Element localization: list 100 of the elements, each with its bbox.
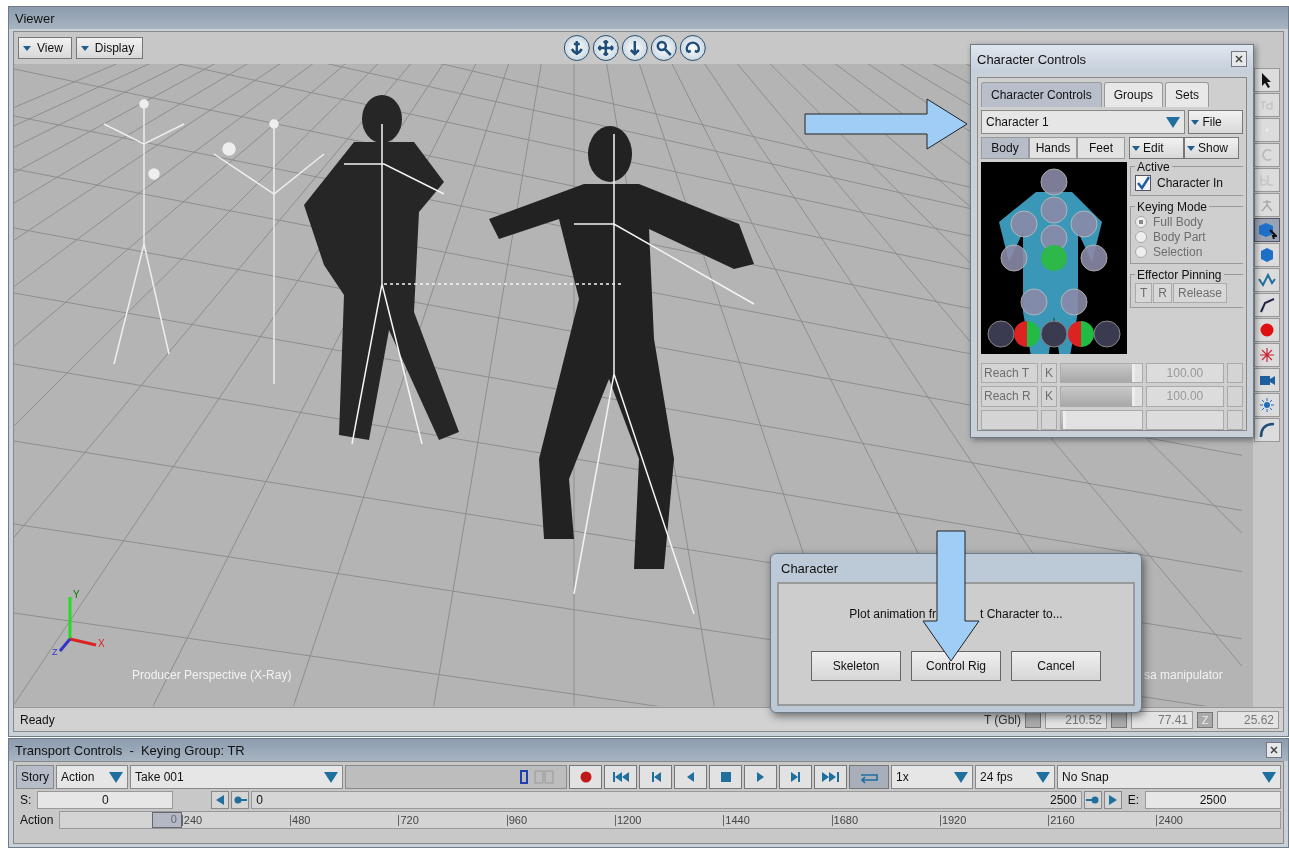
playback-button[interactable] — [744, 765, 777, 789]
playback-button[interactable] — [779, 765, 812, 789]
menu-button[interactable]: Display — [75, 37, 144, 59]
search-icon — [655, 40, 672, 56]
tab[interactable]: Character Controls — [981, 82, 1102, 107]
close-button[interactable] — [1231, 51, 1247, 67]
tick-label: 1200 — [615, 814, 724, 826]
rotate-icon — [684, 40, 701, 56]
mode-tab[interactable]: Story — [16, 765, 54, 789]
tab[interactable]: Hands — [1029, 137, 1077, 159]
key-icon — [1085, 796, 1100, 804]
go-to-end-icon — [821, 772, 840, 782]
panel-title: Character Controls — [977, 51, 1087, 67]
timeline-ruler[interactable]: 0 240 480 720 960 1200 1440 1680 1920 2160 2400 — [59, 811, 1281, 829]
property-slider[interactable] — [1059, 362, 1143, 384]
step-left-button[interactable] — [211, 791, 230, 809]
tab[interactable]: Feet — [1077, 137, 1125, 159]
caret-icon — [1132, 145, 1140, 151]
coordinate-field[interactable]: 77.41 — [1131, 710, 1193, 729]
camera-tool-button[interactable] — [621, 35, 648, 61]
single-view-icon — [520, 770, 528, 784]
key-button[interactable] — [231, 791, 250, 809]
panel-title: Transport Controls - Keying Group: TR — [15, 742, 245, 758]
tick-label: 1920 — [939, 814, 1049, 826]
speed-dropdown[interactable]: 1x — [891, 765, 973, 789]
tick-label: 240 — [181, 814, 291, 826]
td-icon — [1260, 100, 1274, 110]
playback-button[interactable] — [639, 765, 672, 789]
checkbox[interactable] — [1135, 175, 1151, 191]
take-dropdown[interactable]: Take 001 — [130, 765, 343, 789]
tool-button[interactable] — [1254, 68, 1280, 92]
move-arrows-icon — [597, 40, 614, 56]
status-text: Ready — [20, 712, 55, 727]
step-back-icon — [687, 772, 694, 782]
key-button[interactable] — [1083, 791, 1102, 809]
c-icon — [1260, 148, 1274, 162]
dropdown-arrow-icon — [324, 771, 338, 783]
previous-key-icon — [650, 772, 661, 782]
close-button[interactable] — [1266, 742, 1282, 758]
camera-tool-button[interactable] — [650, 35, 677, 61]
light-icon — [1259, 397, 1275, 413]
step-right-button[interactable] — [1103, 791, 1122, 809]
bl-icon — [1259, 174, 1275, 186]
camera-tool-button[interactable] — [679, 35, 706, 61]
playback-button[interactable] — [674, 765, 707, 789]
camera-tool-button[interactable] — [592, 35, 619, 61]
coordinate-field[interactable]: 25.62 — [1217, 710, 1279, 729]
tick-label: 960 — [506, 814, 615, 826]
caret-icon — [80, 45, 89, 51]
tick-label: 480 — [290, 814, 399, 826]
camera-tool-button[interactable] — [563, 35, 590, 61]
fps-dropdown[interactable]: 24 fps — [975, 765, 1055, 789]
tool-button[interactable] — [1254, 293, 1280, 317]
tool-button[interactable] — [1254, 418, 1280, 442]
dialog-button[interactable]: Cancel — [1011, 651, 1101, 681]
stop-icon — [720, 772, 731, 782]
start-field[interactable]: 0 — [37, 791, 174, 809]
playback-button[interactable] — [569, 765, 602, 789]
key-icon — [233, 796, 248, 804]
tab[interactable]: Groups — [1103, 82, 1164, 107]
loop-button[interactable] — [849, 765, 889, 789]
dialog-button[interactable]: Control Rig — [911, 651, 1001, 681]
property-slider[interactable] — [1059, 409, 1143, 430]
end-field[interactable]: 2500 — [1145, 791, 1281, 809]
tab[interactable]: Sets — [1165, 82, 1210, 107]
close-icon — [1270, 746, 1278, 754]
go-to-start-icon — [611, 772, 630, 782]
file-menu-button[interactable]: File — [1188, 110, 1243, 134]
mode-dropdown[interactable]: Action — [56, 765, 128, 789]
left-arrow-icon — [216, 795, 225, 805]
tick-label: 1440 — [723, 814, 832, 826]
dialog-button[interactable]: Skeleton — [811, 651, 901, 681]
next-key-icon — [790, 772, 801, 782]
radio-label: Full Body — [1153, 215, 1204, 229]
group-title: Active — [1135, 160, 1172, 174]
dialog-message: Plot animation fr — [849, 607, 936, 621]
window-title: Viewer — [15, 10, 55, 26]
tool-button[interactable] — [1254, 218, 1280, 242]
record-dot-icon — [1259, 322, 1275, 338]
anchor-icon — [568, 40, 585, 56]
dropdown-arrow-icon — [1262, 771, 1276, 783]
dropdown-arrow-icon — [1166, 116, 1181, 128]
property-slider[interactable] — [1059, 386, 1143, 407]
dialog-message: t Character to... — [980, 607, 1063, 621]
menu-button[interactable]: Edit — [1129, 137, 1184, 159]
playback-button[interactable] — [709, 765, 742, 789]
snap-dropdown[interactable]: No Snap — [1057, 765, 1281, 789]
split-view-icon — [534, 770, 554, 784]
menu-button[interactable]: Show — [1184, 137, 1239, 159]
menu-button[interactable]: View — [18, 37, 72, 59]
close-icon — [1235, 55, 1243, 63]
tab[interactable]: Body — [981, 137, 1029, 159]
camera-label: Producer Perspective (X-Ray) — [132, 668, 292, 682]
playback-button[interactable] — [604, 765, 637, 789]
dropdown-arrow-icon — [954, 771, 968, 783]
caret-icon — [1191, 119, 1200, 125]
cube-icon — [1259, 247, 1275, 263]
character-dropdown[interactable]: Character 1 — [981, 110, 1186, 134]
playback-button[interactable] — [814, 765, 847, 789]
ruler-label: Action — [19, 813, 55, 827]
